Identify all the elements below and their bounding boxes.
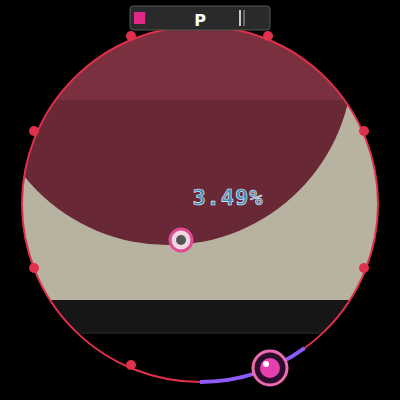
ring-marker: [29, 263, 39, 273]
ring-marker: [126, 360, 136, 370]
hold-note[interactable]: [253, 351, 287, 385]
game-screen: P 3.49%: [0, 0, 400, 400]
play-field[interactable]: P 3.49%: [0, 0, 400, 400]
ring-marker: [359, 263, 369, 273]
judgement-ring: [22, 26, 378, 382]
ring-marker: [359, 126, 369, 136]
accuracy-readout: 3.49%: [192, 185, 263, 210]
background-picture: [0, 0, 400, 334]
top-progress-bar: P: [130, 6, 270, 30]
ring-progress-arc: [0, 0, 400, 400]
tap-note[interactable]: [170, 229, 192, 251]
hud-label: P: [194, 11, 206, 30]
ring-marker: [263, 31, 273, 41]
ring-marker: [126, 31, 136, 41]
progress-fill: [134, 12, 145, 24]
ring-marker: [29, 126, 39, 136]
